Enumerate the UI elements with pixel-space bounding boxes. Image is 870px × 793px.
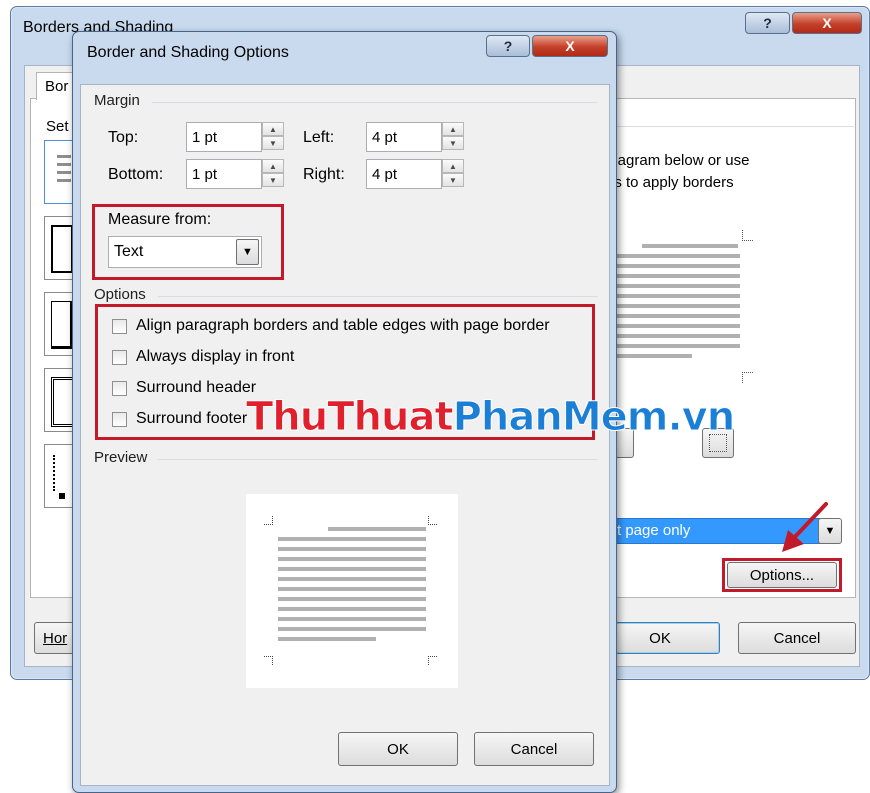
watermark-part-1: ThuThuat: [246, 394, 455, 441]
outer-preview-divider: [614, 126, 854, 127]
options-group-line: [158, 296, 598, 297]
instructions-text: diagram below or use ns to apply borders: [606, 152, 750, 191]
right-margin-input[interactable]: 4 pt: [366, 159, 442, 189]
outer-ok-button[interactable]: OK: [600, 622, 720, 654]
outer-preview-corner-tr: [742, 230, 753, 241]
spin-up-icon[interactable]: ▲: [262, 159, 284, 173]
bottom-margin-input[interactable]: 1 pt: [186, 159, 262, 189]
outer-cancel-label: Cancel: [773, 629, 821, 647]
inner-cancel-label: Cancel: [510, 740, 558, 758]
horizontal-line-label: Hor: [43, 629, 68, 647]
preview-corner-bl: [264, 656, 273, 665]
inner-close-button[interactable]: X: [532, 35, 608, 57]
inner-help-button[interactable]: ?: [486, 35, 530, 57]
inner-ok-label: OK: [387, 740, 409, 758]
bottom-label: Bottom:: [108, 166, 164, 183]
outer-close-button[interactable]: X: [792, 12, 862, 34]
options-group-title: Options: [94, 286, 146, 303]
inner-ok-button[interactable]: OK: [338, 732, 458, 766]
outer-help-button[interactable]: ?: [745, 12, 790, 34]
margin-group-line: [152, 102, 598, 103]
always-front-label: Always display in front: [136, 348, 295, 365]
inner-window-title: Border and Shading Options: [87, 44, 289, 61]
spin-down-icon[interactable]: ▼: [442, 173, 464, 187]
margin-group-title: Margin: [94, 92, 140, 109]
spin-up-icon[interactable]: ▲: [442, 159, 464, 173]
setting-label: Set: [46, 118, 69, 135]
spin-up-icon[interactable]: ▲: [262, 122, 284, 136]
align-borders-label: Align paragraph borders and table edges …: [136, 317, 550, 334]
surround-footer-checkbox[interactable]: [112, 412, 127, 427]
measure-from-label: Measure from:: [108, 211, 212, 228]
right-label: Right:: [303, 166, 345, 183]
left-margin-spinner[interactable]: ▲ ▼: [442, 122, 464, 152]
watermark: ThuThuatPhanMem.vn: [246, 394, 736, 441]
spin-down-icon[interactable]: ▼: [442, 136, 464, 150]
options-button-label: Options...: [749, 566, 815, 584]
red-arrow-icon: [782, 502, 828, 552]
inner-cancel-button[interactable]: Cancel: [474, 732, 594, 766]
watermark-part-2: PhanMem: [452, 394, 669, 441]
preview-corner-tr: [428, 516, 437, 525]
tab-borders-label: Bor: [45, 78, 69, 95]
bottom-margin-spinner[interactable]: ▲ ▼: [262, 159, 284, 189]
preview-corner-br: [428, 656, 437, 665]
top-label: Top:: [108, 129, 139, 146]
always-front-checkbox[interactable]: [112, 350, 127, 365]
top-margin-input[interactable]: 1 pt: [186, 122, 262, 152]
surround-header-checkbox[interactable]: [112, 381, 127, 396]
preview-group-title: Preview: [94, 449, 148, 466]
preview-group-line: [158, 459, 598, 460]
left-margin-input[interactable]: 4 pt: [366, 122, 442, 152]
spin-down-icon[interactable]: ▼: [262, 173, 284, 187]
options-button[interactable]: Options...: [727, 562, 837, 588]
align-borders-checkbox[interactable]: [112, 319, 127, 334]
left-label: Left:: [303, 129, 335, 146]
preview-area: [246, 494, 458, 688]
surround-header-label: Surround header: [136, 379, 257, 396]
chevron-down-icon: ▼: [242, 246, 253, 258]
spin-up-icon[interactable]: ▲: [442, 122, 464, 136]
preview-corner-tl: [264, 516, 273, 525]
outer-preview-corner-br: [742, 372, 753, 383]
measure-from-dropdown-arrow[interactable]: ▼: [236, 239, 259, 265]
right-margin-spinner[interactable]: ▲ ▼: [442, 159, 464, 189]
surround-footer-label: Surround footer: [136, 410, 248, 427]
apply-to-value: t page only: [617, 522, 691, 539]
outer-cancel-button[interactable]: Cancel: [738, 622, 856, 654]
outer-ok-label: OK: [649, 629, 671, 647]
spin-down-icon[interactable]: ▼: [262, 136, 284, 150]
watermark-part-3: .vn: [667, 394, 736, 441]
top-margin-spinner[interactable]: ▲ ▼: [262, 122, 284, 152]
